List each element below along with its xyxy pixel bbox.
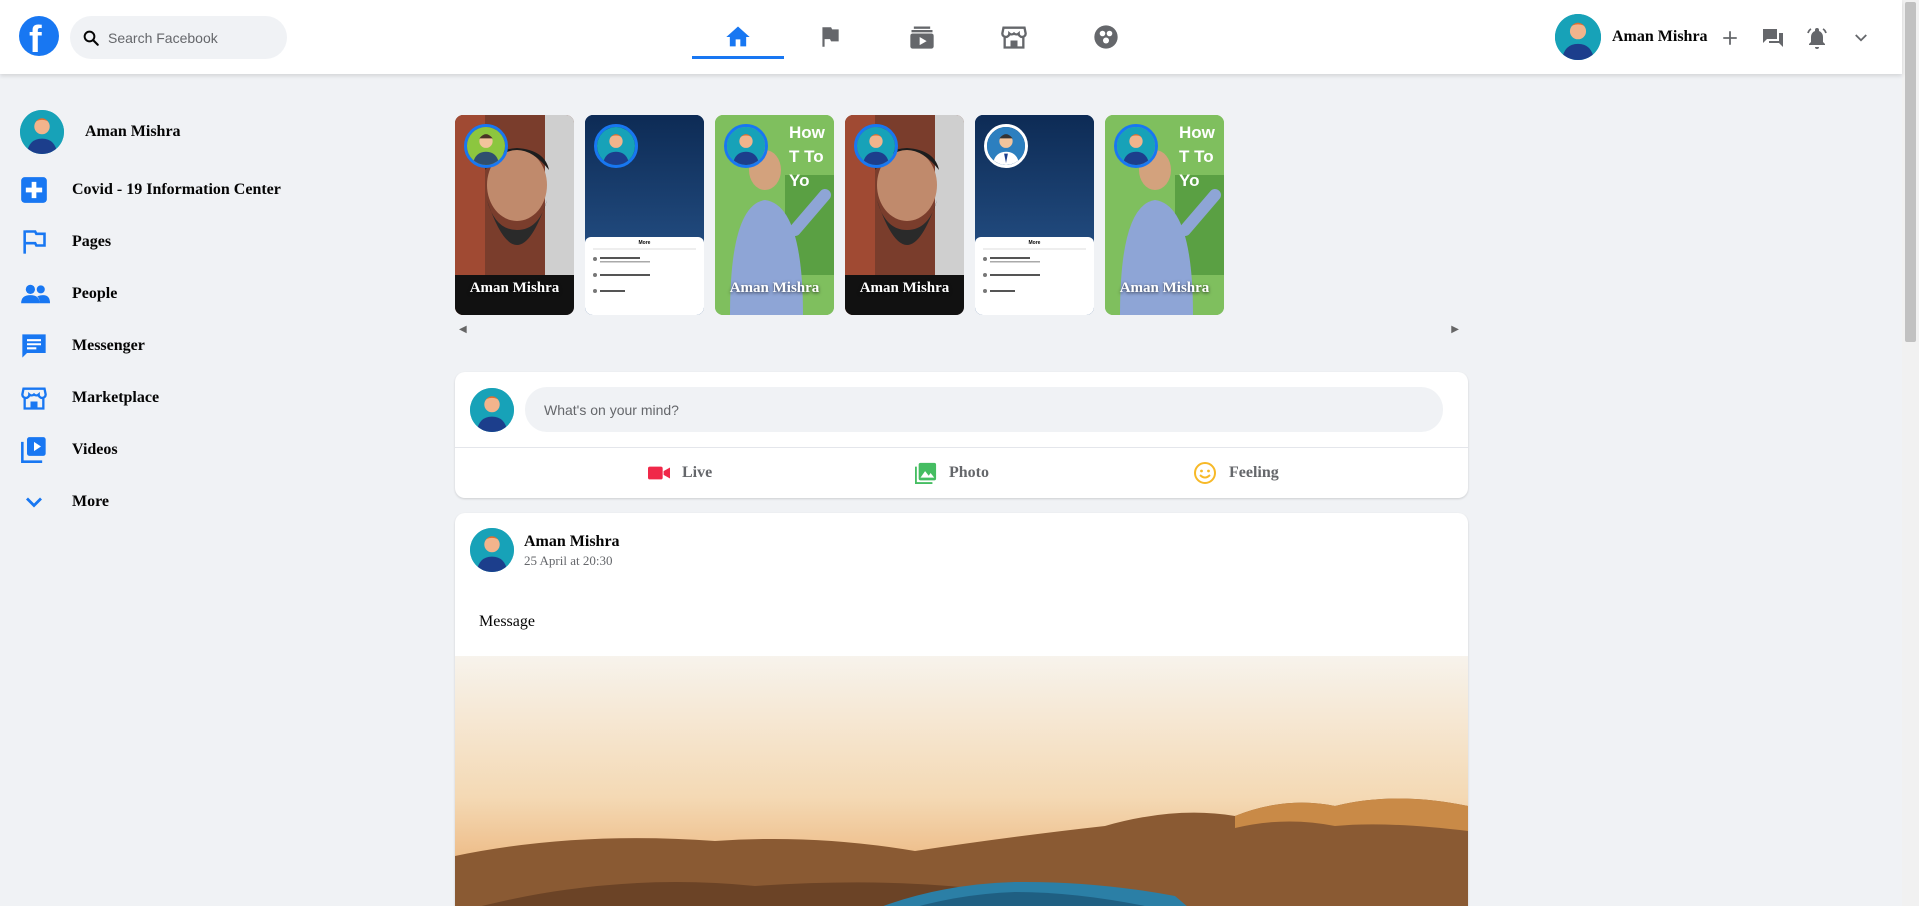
story-avatar	[724, 124, 768, 168]
feed-post: Aman Mishra 25 April at 20:30 Message	[455, 513, 1468, 906]
sidebar-item-marketplace[interactable]: Marketplace	[20, 378, 159, 418]
messenger-button[interactable]	[1759, 24, 1787, 52]
chevron-down-icon	[1855, 34, 1867, 42]
flag-icon	[23, 230, 46, 254]
live-video-button[interactable]: Live	[648, 457, 712, 489]
photo-icon	[915, 462, 937, 484]
feeling-activity-button[interactable]: Feeling	[1193, 457, 1279, 489]
smile-icon	[1194, 462, 1216, 484]
sidebar-item-pages[interactable]: Pages	[20, 222, 111, 262]
stories-row: Aman Mishra More How T To Yo Aman Mishra…	[455, 115, 1463, 343]
post-author-avatar[interactable]	[470, 528, 514, 572]
sidebar-item-label: People	[72, 285, 118, 302]
nav-tab-watch[interactable]	[876, 0, 968, 74]
sidebar-item-messenger[interactable]: Messenger	[20, 326, 145, 366]
story-card[interactable]: More	[585, 115, 704, 315]
covid-plus-icon	[21, 177, 47, 203]
video-icon	[21, 437, 46, 463]
top-navbar: f Aman Mishra	[0, 0, 1902, 74]
sidebar-item-people[interactable]: People	[20, 274, 117, 314]
story-avatar	[854, 124, 898, 168]
sidebar-item-label: More	[72, 493, 110, 510]
account-menu-button[interactable]	[1847, 24, 1875, 52]
photo-video-button[interactable]: Photo	[915, 457, 989, 489]
groups-icon	[1094, 25, 1118, 49]
sidebar-item-label: Covid - 19 Information Center	[72, 181, 281, 198]
chat-icon	[1763, 29, 1783, 47]
sidebar-profile-name: Aman Mishra	[85, 123, 181, 140]
page-scrollbar-thumb[interactable]	[1905, 2, 1916, 342]
main-nav	[692, 0, 1152, 74]
story-avatar	[594, 124, 638, 168]
composer-avatar[interactable]	[470, 388, 514, 432]
sidebar-profile[interactable]: Aman Mishra	[20, 110, 181, 154]
composer-divider	[455, 447, 1468, 448]
page-scrollbar[interactable]	[1902, 0, 1919, 906]
live-label: Live	[682, 464, 713, 481]
home-icon	[726, 26, 750, 47]
scroll-right-arrow-icon[interactable]: ▶	[1451, 324, 1459, 335]
notifications-button[interactable]	[1803, 24, 1831, 52]
story-card[interactable]: Aman Mishra	[845, 115, 964, 315]
nav-tab-marketplace[interactable]	[968, 0, 1060, 74]
story-avatar	[984, 124, 1028, 168]
store-icon	[1001, 26, 1027, 49]
story-overlay-text: How T To Yo	[789, 123, 825, 190]
post-author-name[interactable]: Aman Mishra	[524, 533, 620, 551]
search-input[interactable]	[108, 29, 278, 46]
create-button[interactable]	[1716, 24, 1744, 52]
sidebar-item-label: Videos	[72, 441, 118, 458]
flag-icon	[822, 27, 839, 47]
header-avatar[interactable]	[1555, 14, 1601, 60]
messenger-icon	[22, 334, 46, 358]
live-video-icon	[648, 466, 670, 480]
post-image[interactable]	[455, 656, 1468, 906]
video-icon	[910, 26, 934, 49]
sidebar-item-videos[interactable]: Videos	[20, 430, 118, 470]
header-user-name[interactable]: Aman Mishra	[1612, 28, 1708, 46]
people-icon	[21, 284, 50, 304]
photo-label: Photo	[949, 464, 989, 481]
nav-tab-home[interactable]	[692, 0, 784, 74]
story-name: Aman Mishra	[469, 280, 560, 296]
story-name: Aman Mishra	[729, 280, 820, 296]
story-overlay-text: How T To Yo	[1179, 123, 1215, 190]
whats-on-your-mind-input[interactable]: What's on your mind?	[525, 387, 1443, 432]
story-card[interactable]: How T To Yo Aman Mishra	[1105, 115, 1224, 315]
story-card[interactable]: More	[975, 115, 1094, 315]
chevron-down-icon	[26, 497, 42, 508]
search-icon	[83, 30, 99, 46]
story-name: Aman Mishra	[1119, 280, 1210, 296]
sidebar-item-covid[interactable]: Covid - 19 Information Center	[20, 170, 281, 210]
sidebar-item-label: Messenger	[72, 337, 145, 354]
feeling-label: Feeling	[1229, 464, 1279, 481]
post-timestamp[interactable]: 25 April at 20:30	[524, 553, 612, 569]
sidebar-item-more[interactable]: More	[20, 482, 109, 522]
sidebar-avatar	[20, 110, 64, 154]
bell-icon	[1807, 28, 1827, 49]
post-composer: What's on your mind? Live Photo Feeling	[455, 372, 1468, 498]
story-avatar	[1114, 124, 1158, 168]
store-icon	[21, 387, 47, 410]
story-card[interactable]: Aman Mishra	[455, 115, 574, 315]
nav-tab-groups[interactable]	[1060, 0, 1152, 74]
stories-scrollbar[interactable]: ◀ ▶	[455, 323, 1463, 337]
nav-tab-pages[interactable]	[784, 0, 876, 74]
sidebar-item-label: Marketplace	[72, 389, 160, 406]
logo-letter: f	[29, 19, 42, 61]
story-card[interactable]: How T To Yo Aman Mishra	[715, 115, 834, 315]
story-menu-title: More	[1028, 240, 1041, 246]
search-box[interactable]	[70, 16, 287, 59]
sidebar-item-label: Pages	[72, 233, 112, 250]
story-name: Aman Mishra	[859, 280, 950, 296]
scroll-left-arrow-icon[interactable]: ◀	[459, 324, 467, 335]
story-avatar	[464, 124, 508, 168]
plus-icon	[1723, 31, 1737, 45]
story-menu-title: More	[638, 240, 651, 246]
facebook-logo-icon[interactable]: f	[19, 16, 59, 61]
post-message: Message	[479, 613, 535, 630]
